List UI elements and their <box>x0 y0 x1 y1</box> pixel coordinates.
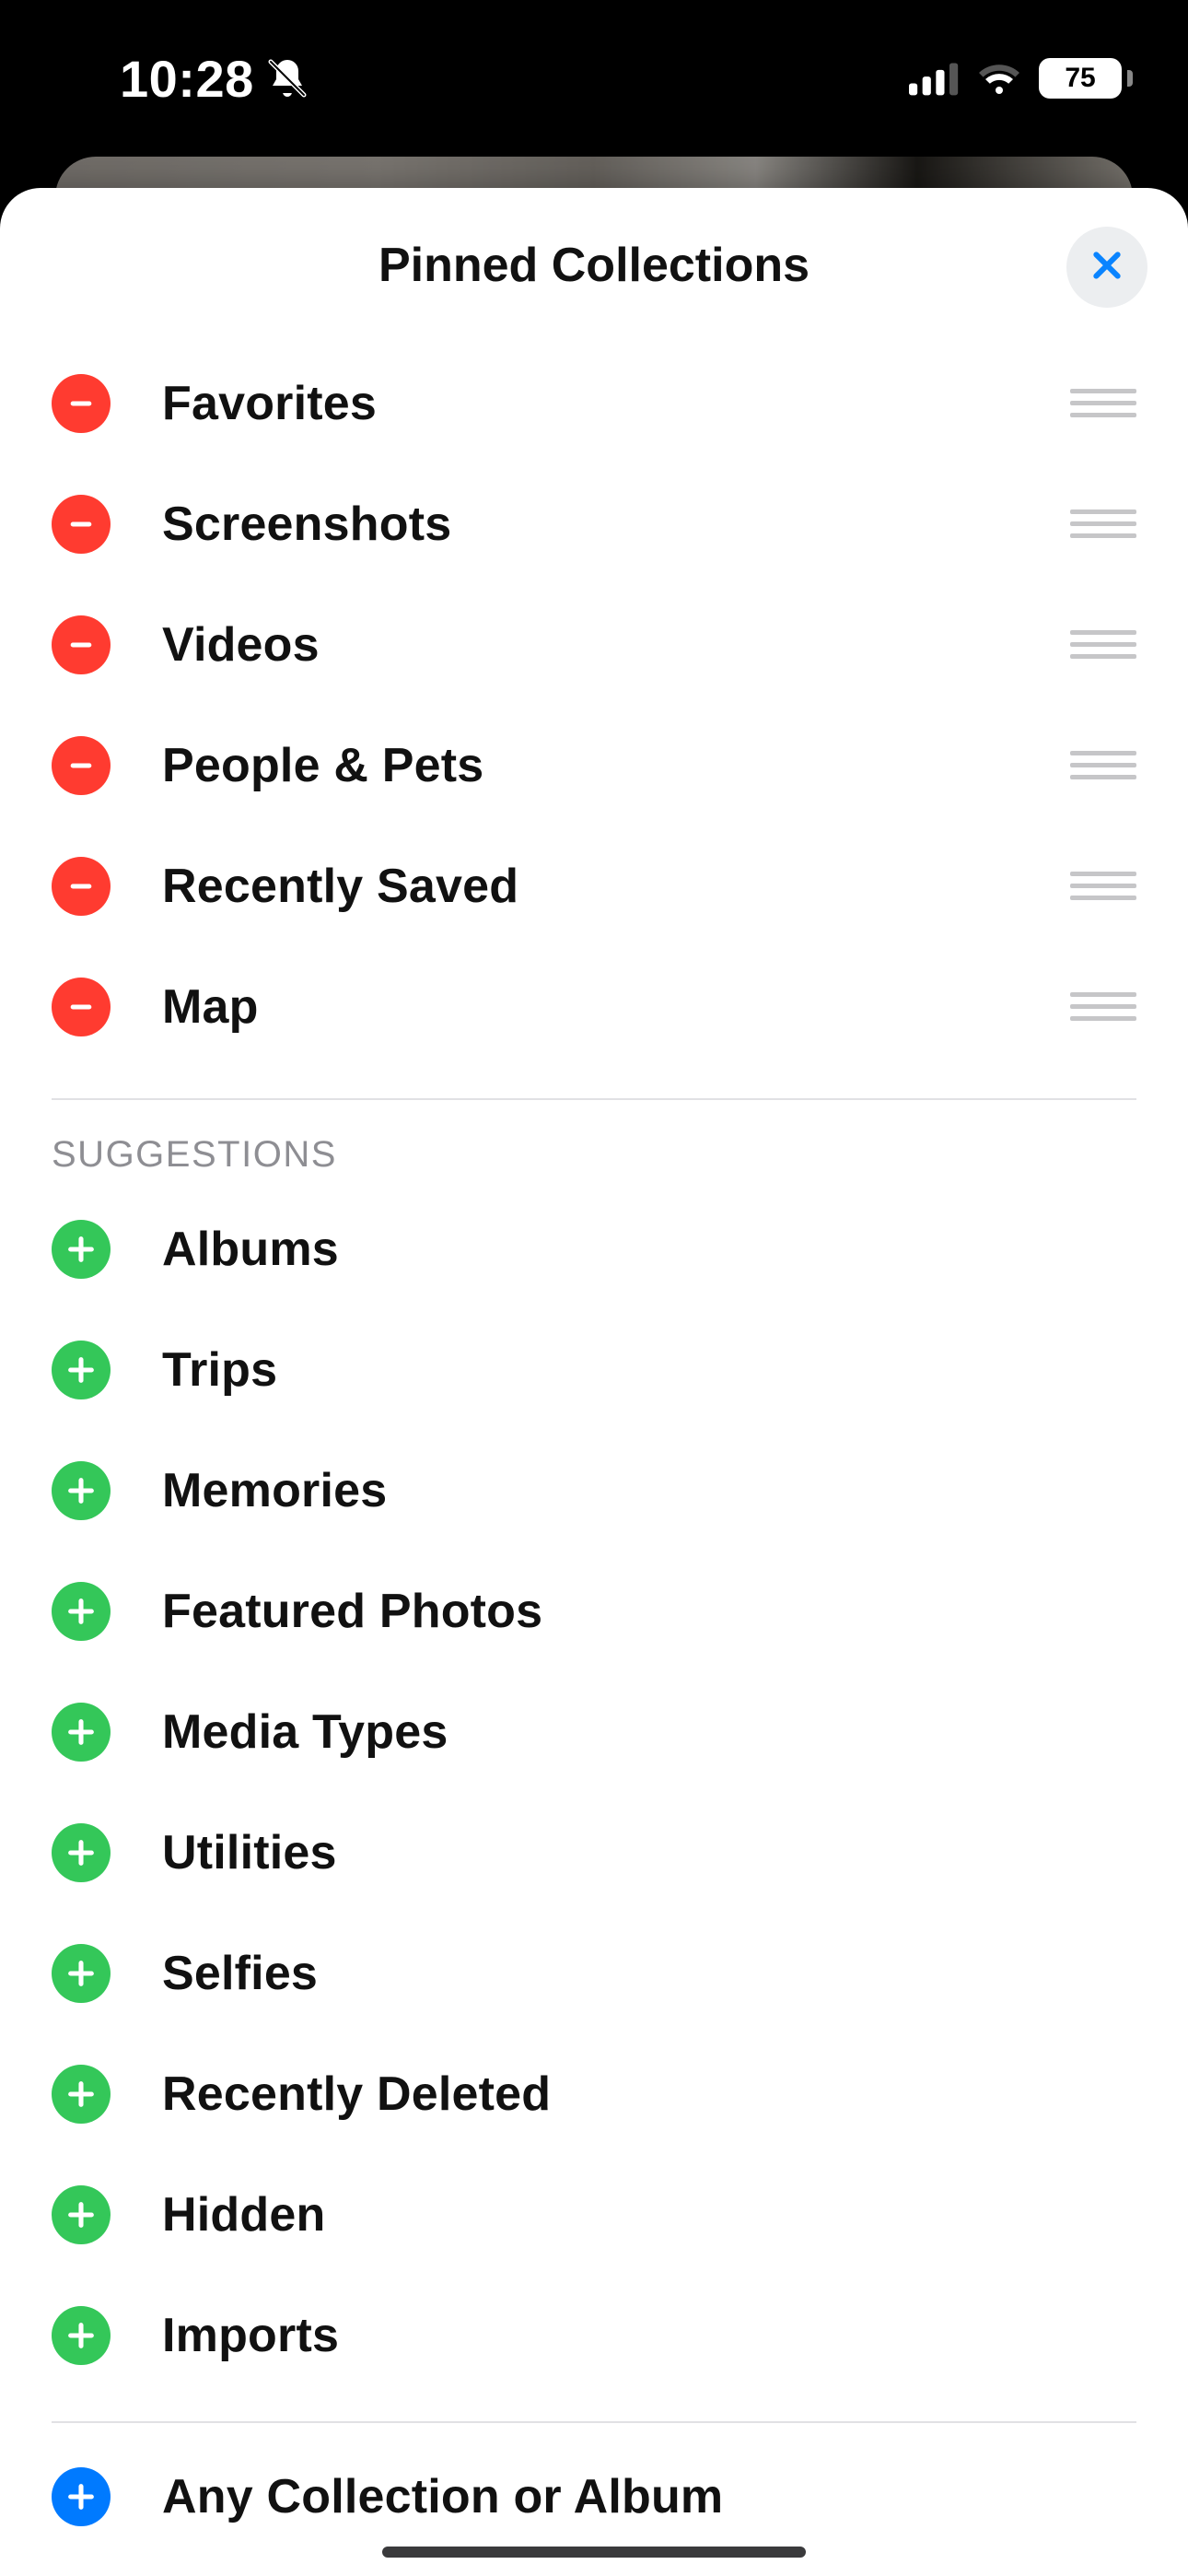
remove-button[interactable] <box>52 615 111 674</box>
pinned-row-screenshots[interactable]: Screenshots <box>0 463 1188 584</box>
row-label: Recently Saved <box>162 859 1070 914</box>
status-bar: 10:28 75 <box>0 0 1188 157</box>
row-label: Any Collection or Album <box>162 2469 1136 2524</box>
battery-percent: 75 <box>1039 63 1122 94</box>
row-label: Albums <box>162 1222 1136 1277</box>
minus-icon <box>65 388 97 419</box>
battery-indicator: 75 <box>1039 58 1133 99</box>
suggestion-row-hidden[interactable]: Hidden <box>0 2154 1188 2275</box>
close-button[interactable] <box>1066 227 1147 308</box>
suggestion-row-featured-photos[interactable]: Featured Photos <box>0 1551 1188 1671</box>
add-button[interactable] <box>52 1582 111 1641</box>
add-button[interactable] <box>52 2185 111 2244</box>
close-icon <box>1089 247 1125 288</box>
collections-list[interactable]: Favorites Screenshots Videos <box>0 343 1188 2576</box>
plus-icon <box>65 1475 97 1506</box>
add-button[interactable] <box>52 2306 111 2365</box>
suggestion-row-media-types[interactable]: Media Types <box>0 1671 1188 1792</box>
row-label: Recently Deleted <box>162 2067 1136 2122</box>
remove-button[interactable] <box>52 978 111 1036</box>
do-not-disturb-icon <box>265 56 309 100</box>
plus-icon <box>65 2078 97 2110</box>
minus-icon <box>65 509 97 540</box>
sheet-header: Pinned Collections <box>0 188 1188 343</box>
row-label: People & Pets <box>162 738 1070 793</box>
drag-handle-icon[interactable] <box>1070 864 1136 908</box>
wifi-icon <box>976 60 1022 97</box>
suggestions-header-label: SUGGESTIONS <box>52 1134 337 1176</box>
minus-icon <box>65 629 97 661</box>
add-button[interactable] <box>52 1461 111 1520</box>
row-label: Hidden <box>162 2187 1136 2242</box>
add-button[interactable] <box>52 1341 111 1399</box>
plus-icon <box>65 1837 97 1868</box>
remove-button[interactable] <box>52 374 111 433</box>
minus-icon <box>65 750 97 781</box>
suggestion-row-selfies[interactable]: Selfies <box>0 1913 1188 2033</box>
suggestion-row-imports[interactable]: Imports <box>0 2275 1188 2395</box>
pinned-row-people-pets[interactable]: People & Pets <box>0 705 1188 825</box>
suggestion-row-memories[interactable]: Memories <box>0 1430 1188 1551</box>
plus-icon <box>65 1234 97 1265</box>
plus-icon <box>65 2481 97 2512</box>
drag-handle-icon[interactable] <box>1070 502 1136 546</box>
plus-icon <box>65 1958 97 1989</box>
minus-icon <box>65 991 97 1023</box>
suggestion-row-recently-deleted[interactable]: Recently Deleted <box>0 2033 1188 2154</box>
row-label: Map <box>162 979 1070 1035</box>
status-right: 75 <box>909 58 1133 99</box>
drag-handle-icon[interactable] <box>1070 623 1136 667</box>
cellular-signal-icon <box>909 60 960 97</box>
plus-icon <box>65 2320 97 2351</box>
home-indicator[interactable] <box>382 2547 806 2558</box>
add-button[interactable] <box>52 1823 111 1882</box>
add-button[interactable] <box>52 2065 111 2124</box>
section-divider <box>52 2421 1136 2423</box>
pinned-row-favorites[interactable]: Favorites <box>0 343 1188 463</box>
pinned-row-recently-saved[interactable]: Recently Saved <box>0 825 1188 946</box>
suggestions-header: SUGGESTIONS <box>0 1100 1188 1188</box>
add-button[interactable] <box>52 1220 111 1279</box>
drag-handle-icon[interactable] <box>1070 985 1136 1029</box>
any-collection-row[interactable]: Any Collection or Album <box>0 2451 1188 2543</box>
minus-icon <box>65 871 97 902</box>
remove-button[interactable] <box>52 736 111 795</box>
row-label: Favorites <box>162 376 1070 431</box>
plus-icon <box>65 2199 97 2231</box>
pinned-row-videos[interactable]: Videos <box>0 584 1188 705</box>
row-label: Selfies <box>162 1946 1136 2001</box>
sheet-title: Pinned Collections <box>379 238 809 293</box>
status-left: 10:28 <box>120 49 309 109</box>
pinned-row-map[interactable]: Map <box>0 946 1188 1067</box>
suggestion-row-trips[interactable]: Trips <box>0 1309 1188 1430</box>
row-label: Utilities <box>162 1825 1136 1880</box>
row-label: Featured Photos <box>162 1584 1136 1639</box>
plus-icon <box>65 1354 97 1386</box>
drag-handle-icon[interactable] <box>1070 744 1136 788</box>
add-button[interactable] <box>52 1944 111 2003</box>
drag-handle-icon[interactable] <box>1070 381 1136 426</box>
add-button[interactable] <box>52 1703 111 1762</box>
row-label: Memories <box>162 1463 1136 1518</box>
remove-button[interactable] <box>52 857 111 916</box>
status-time: 10:28 <box>120 49 254 109</box>
plus-icon <box>65 1596 97 1627</box>
plus-icon <box>65 1716 97 1748</box>
row-label: Media Types <box>162 1704 1136 1760</box>
pinned-collections-sheet: Pinned Collections Favorites Scre <box>0 188 1188 2576</box>
suggestion-row-albums[interactable]: Albums <box>0 1188 1188 1309</box>
suggestion-row-utilities[interactable]: Utilities <box>0 1792 1188 1913</box>
row-label: Imports <box>162 2308 1136 2363</box>
row-label: Screenshots <box>162 497 1070 552</box>
row-label: Videos <box>162 617 1070 673</box>
add-button[interactable] <box>52 2467 111 2526</box>
remove-button[interactable] <box>52 495 111 554</box>
row-label: Trips <box>162 1342 1136 1398</box>
